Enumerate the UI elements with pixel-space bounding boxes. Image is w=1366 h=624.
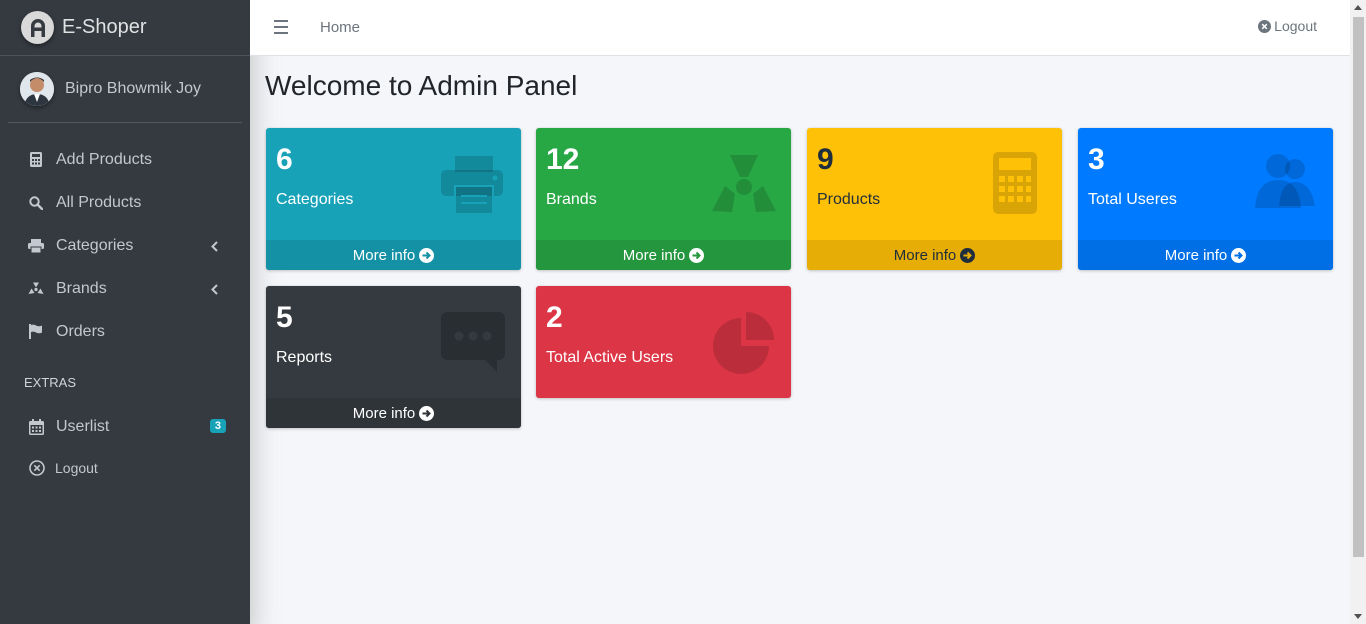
print-icon xyxy=(28,238,44,254)
radiation-icon xyxy=(712,155,776,212)
user-panel[interactable]: Bipro Bhowmik Joy xyxy=(8,56,242,123)
small-box-total-active-users: 2 Total Active Users xyxy=(536,286,791,398)
search-icon xyxy=(28,195,44,211)
scroll-up-arrow-icon[interactable] xyxy=(1354,5,1362,10)
nav-header-extras: EXTRAS xyxy=(24,375,77,390)
scroll-down-arrow-icon[interactable] xyxy=(1354,614,1362,619)
calendar-icon xyxy=(28,418,44,435)
sidebar-item-userlist[interactable]: Userlist 3 xyxy=(8,405,242,448)
more-info-label: More info xyxy=(622,246,686,264)
sidebar-item-label: Add Products xyxy=(56,150,153,168)
arrow-circle-right-icon xyxy=(419,405,435,421)
sidebar-item-label: Orders xyxy=(56,322,105,340)
small-box-total-users: 3 Total Useres More info xyxy=(1078,128,1333,270)
flag-icon xyxy=(28,324,44,340)
page-title: Welcome to Admin Panel xyxy=(265,70,578,101)
chevron-left-icon[interactable] xyxy=(211,282,218,300)
more-info-label: More info xyxy=(352,246,416,264)
sidebar-item-add-products[interactable]: Add Products xyxy=(8,138,242,181)
sidebar-item-label: All Products xyxy=(56,193,142,211)
sidebar-item-orders[interactable]: Orders xyxy=(8,310,242,353)
more-info-label: More info xyxy=(893,246,957,264)
menu-toggle-icon[interactable] xyxy=(274,20,288,34)
chevron-left-icon[interactable] xyxy=(211,239,218,257)
more-info-link[interactable]: More info xyxy=(266,398,521,428)
sidebar-item-brands[interactable]: Brands xyxy=(8,267,242,310)
logout-link[interactable]: Logout xyxy=(1258,18,1317,34)
calculator-icon xyxy=(993,152,1037,214)
radiation-icon xyxy=(28,281,44,297)
pie-chart-icon xyxy=(713,312,774,374)
more-info-link[interactable]: More info xyxy=(1078,240,1333,270)
brand-name: E-Shoper xyxy=(62,16,147,38)
sidebar-item-all-products[interactable]: All Products xyxy=(8,181,242,224)
small-box-brands: 12 Brands More info xyxy=(536,128,791,270)
sidebar-item-label: Categories xyxy=(56,236,134,254)
arrow-circle-right-icon xyxy=(689,247,705,263)
more-info-link[interactable]: More info xyxy=(536,240,791,270)
small-box-categories: 6 Categories More info xyxy=(266,128,521,270)
small-box-reports: 5 Reports More info xyxy=(266,286,521,428)
print-icon xyxy=(441,156,503,215)
arrow-circle-right-icon xyxy=(960,247,976,263)
sidebar-item-label: Userlist xyxy=(56,417,110,435)
calculator-icon xyxy=(28,152,44,168)
small-box-products: 9 Products More info xyxy=(807,128,1062,270)
home-link[interactable]: Home xyxy=(320,19,360,36)
topbar: Home Logout xyxy=(250,0,1350,56)
brand-logo-icon xyxy=(21,11,54,44)
user-name: Bipro Bhowmik Joy xyxy=(65,80,202,97)
arrow-circle-right-icon xyxy=(419,247,435,263)
close-circle-icon xyxy=(29,460,45,476)
avatar[interactable] xyxy=(20,72,54,106)
more-info-label: More info xyxy=(352,404,416,422)
scroll-thumb[interactable] xyxy=(1353,17,1364,557)
sidebar-item-label: Logout xyxy=(55,460,98,476)
logout-label: Logout xyxy=(1274,18,1317,34)
arrow-circle-right-icon xyxy=(1231,247,1247,263)
more-info-link[interactable]: More info xyxy=(807,240,1062,270)
sidebar-nav: Add Products All Products Categories Bra… xyxy=(0,138,250,353)
sidebar-item-label: Brands xyxy=(56,279,107,297)
comment-dots-icon xyxy=(441,312,505,372)
userlist-count-badge: 3 xyxy=(209,419,226,433)
more-info-label: More info xyxy=(1164,246,1228,264)
close-circle-icon xyxy=(1258,19,1272,33)
users-icon xyxy=(1255,154,1315,208)
page-scrollbar[interactable] xyxy=(1350,0,1366,624)
sidebar-item-logout[interactable]: Logout xyxy=(0,448,250,488)
sidebar-item-categories[interactable]: Categories xyxy=(8,224,242,267)
brand-link[interactable]: E-Shoper xyxy=(0,0,250,56)
sidebar: E-Shoper Bipro Bhowmik Joy Add Products xyxy=(0,0,250,624)
more-info-link[interactable]: More info xyxy=(266,240,521,270)
